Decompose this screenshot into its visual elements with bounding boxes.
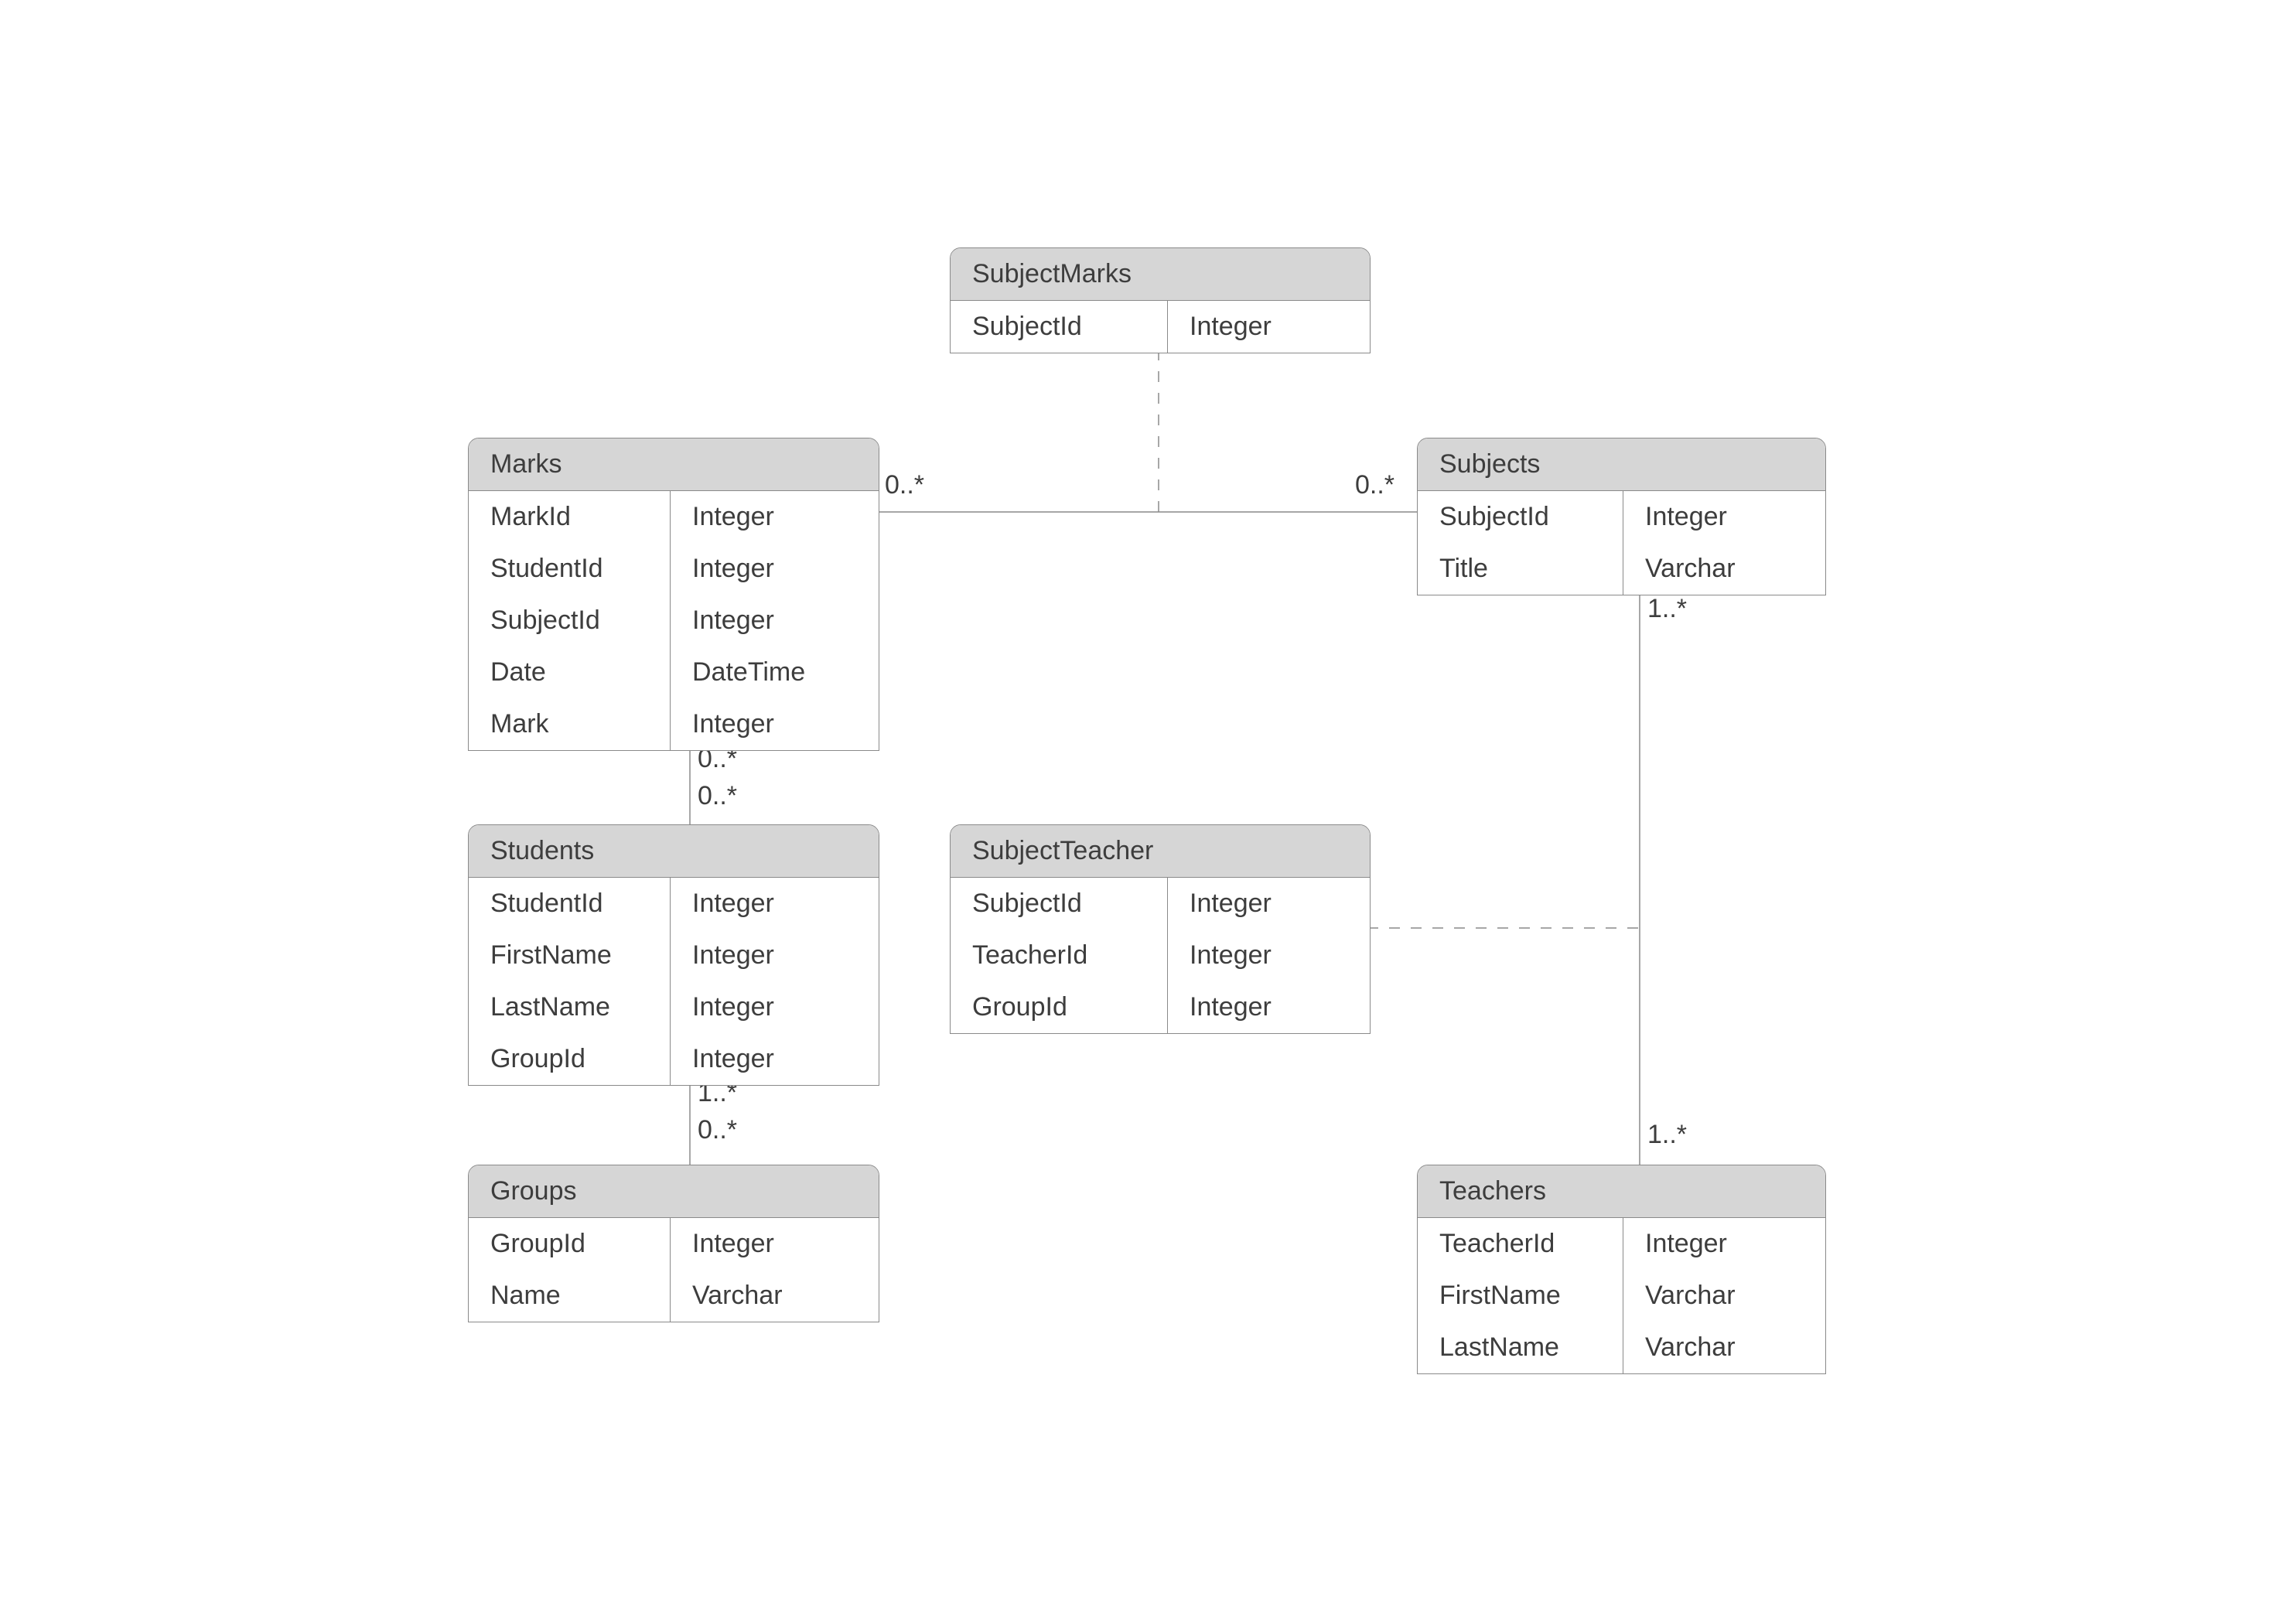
- attr-type: Integer: [671, 491, 878, 543]
- attr-type: DateTime: [671, 647, 878, 698]
- attr-type: Integer: [671, 1033, 878, 1085]
- attr-name: Name: [469, 1270, 670, 1322]
- entity-title: SubjectTeacher: [951, 825, 1370, 878]
- attr-type: Varchar: [1623, 543, 1825, 595]
- attr-name: TeacherId: [951, 930, 1167, 981]
- attr-name: StudentId: [469, 878, 670, 930]
- attr-name: SubjectId: [1418, 491, 1623, 543]
- er-diagram-canvas: 0..* 0..* 0..* 0..* 1..* 0..* 1..* 1..* …: [0, 0, 2294, 1624]
- attr-name: StudentId: [469, 543, 670, 595]
- entity-marks: MarksMarkIdStudentIdSubjectIdDateMarkInt…: [468, 438, 879, 751]
- entity-subjects: SubjectsSubjectIdTitleIntegerVarchar: [1417, 438, 1826, 595]
- attr-type: Integer: [1168, 930, 1369, 981]
- attr-name: Mark: [469, 698, 670, 750]
- attr-type: Integer: [1168, 301, 1369, 353]
- attr-type: Varchar: [1623, 1270, 1825, 1322]
- attr-type: Integer: [671, 1218, 878, 1270]
- attr-name: FirstName: [469, 930, 670, 981]
- entity-title: Teachers: [1418, 1165, 1825, 1218]
- mult-students-top: 0..*: [698, 781, 737, 811]
- entity-groups: GroupsGroupIdNameIntegerVarchar: [468, 1165, 879, 1322]
- attr-name: FirstName: [1418, 1270, 1623, 1322]
- entity-title: Students: [469, 825, 879, 878]
- attr-name: GroupId: [951, 981, 1167, 1033]
- entity-subjectmarks: SubjectMarksSubjectIdInteger: [950, 247, 1371, 353]
- attr-name: GroupId: [469, 1033, 670, 1085]
- entity-subjectteacher: SubjectTeacherSubjectIdTeacherIdGroupIdI…: [950, 824, 1371, 1034]
- entity-teachers: TeachersTeacherIdFirstNameLastName Intege…: [1417, 1165, 1826, 1374]
- attr-name: Date: [469, 647, 670, 698]
- entity-title: Subjects: [1418, 438, 1825, 491]
- entity-students: StudentsStudentIdFirstNameLastNameGroupI…: [468, 824, 879, 1086]
- mult-groups-top: 0..*: [698, 1115, 737, 1145]
- attr-name: SubjectId: [469, 595, 670, 647]
- attr-type: Integer: [1168, 981, 1369, 1033]
- attr-type: Varchar: [1623, 1322, 1825, 1373]
- attr-type: Integer: [671, 543, 878, 595]
- attr-type: Integer: [671, 878, 878, 930]
- entity-title: SubjectMarks: [951, 248, 1370, 301]
- attr-name: TeacherId: [1418, 1218, 1623, 1270]
- entity-title: Groups: [469, 1165, 879, 1218]
- entity-title: Marks: [469, 438, 879, 491]
- attr-name: SubjectId: [951, 878, 1167, 930]
- attr-type: Integer: [1168, 878, 1369, 930]
- mult-subjects-bot: 1..*: [1647, 594, 1687, 624]
- connectors: [0, 0, 2294, 1624]
- mult-marks-side: 0..*: [885, 470, 924, 500]
- attr-name: Title: [1418, 543, 1623, 595]
- attr-type: Integer: [671, 981, 878, 1033]
- mult-subjects-side: 0..*: [1355, 470, 1394, 500]
- attr-name: GroupId: [469, 1218, 670, 1270]
- attr-type: Integer: [671, 595, 878, 647]
- attr-type: Integer: [1623, 491, 1825, 543]
- attr-type: Integer: [671, 930, 878, 981]
- attr-name: SubjectId: [951, 301, 1167, 353]
- attr-name: LastName: [469, 981, 670, 1033]
- attr-name: MarkId: [469, 491, 670, 543]
- attr-type: Varchar: [671, 1270, 878, 1322]
- mult-teachers-top: 1..*: [1647, 1120, 1687, 1150]
- attr-type: Integer: [1623, 1218, 1825, 1270]
- attr-name: LastName: [1418, 1322, 1623, 1373]
- attr-type: Integer: [671, 698, 878, 750]
